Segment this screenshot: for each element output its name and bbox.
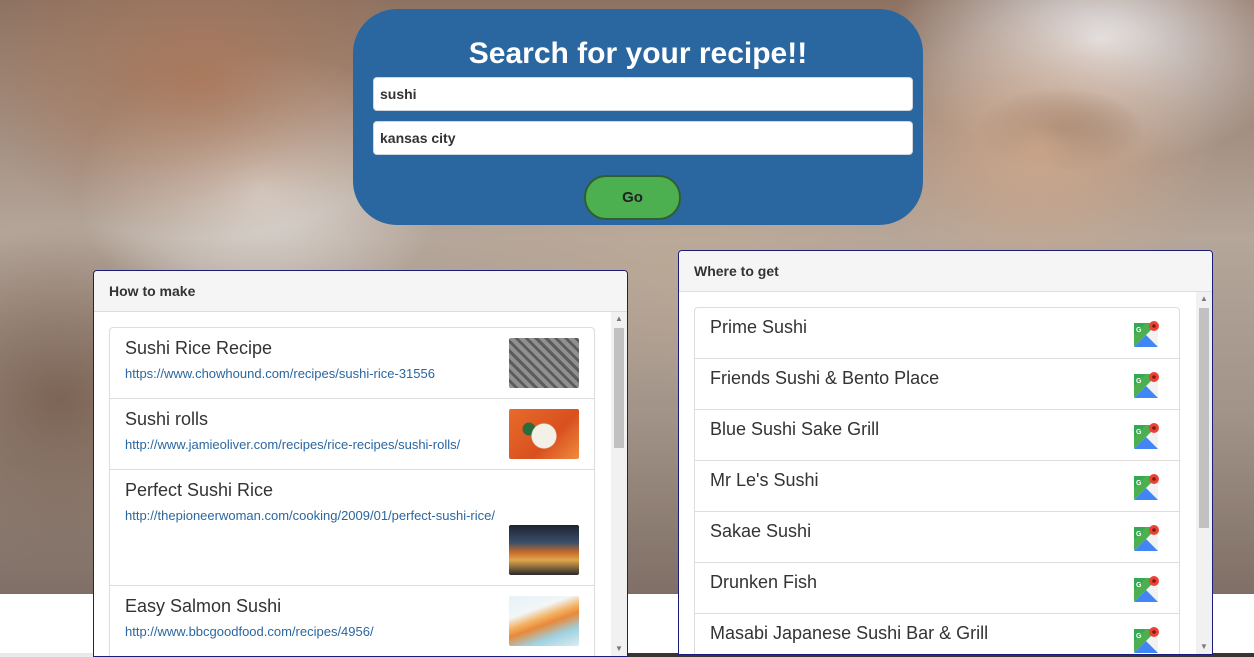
scroll-down-arrow-icon[interactable]: ▼ (611, 642, 627, 656)
svg-text:G: G (1136, 429, 1142, 436)
place-name: Masabi Japanese Sushi Bar & Grill (710, 623, 989, 643)
scroll-thumb[interactable] (1199, 308, 1209, 528)
how-to-make-panel: How to make Sushi Rice Recipe https://ww… (93, 270, 628, 657)
recipe-list: Sushi Rice Recipe https://www.chowhound.… (109, 327, 595, 656)
search-panel: Search for your recipe!! Go (353, 9, 923, 225)
recipe-item: Perfect Sushi Rice http://thepioneerwoma… (109, 469, 595, 586)
google-maps-icon[interactable]: G (1133, 626, 1161, 654)
recipe-item: Sushi Rice Recipe https://www.chowhound.… (109, 327, 595, 399)
how-to-make-header: How to make (94, 271, 627, 312)
google-maps-icon[interactable]: G (1133, 473, 1161, 501)
place-item: Masabi Japanese Sushi Bar & Grill G (694, 613, 1180, 654)
place-name: Sakae Sushi (710, 521, 812, 541)
google-maps-icon[interactable]: G (1133, 575, 1161, 603)
svg-text:G: G (1136, 633, 1142, 640)
place-list: Prime Sushi G Friends Sushi & Bento Plac… (694, 307, 1180, 654)
recipe-item: Sushi rolls http://www.jamieoliver.com/r… (109, 398, 595, 470)
recipe-thumbnail (509, 525, 579, 575)
scroll-down-arrow-icon[interactable]: ▼ (1196, 640, 1212, 654)
place-name: Friends Sushi & Bento Place (710, 368, 940, 388)
where-to-get-panel: Where to get Prime Sushi G Friends Sushi… (678, 250, 1213, 655)
google-maps-icon[interactable]: G (1133, 422, 1161, 450)
place-item: Blue Sushi Sake Grill G (694, 409, 1180, 461)
recipe-thumbnail (509, 338, 579, 388)
recipe-link[interactable]: http://thepioneerwoman.com/cooking/2009/… (125, 508, 579, 523)
recipe-thumbnail (509, 596, 579, 646)
recipe-title: Perfect Sushi Rice (125, 480, 274, 500)
recipe-search-input[interactable] (373, 77, 913, 111)
svg-text:G: G (1136, 327, 1142, 334)
scroll-up-arrow-icon[interactable]: ▲ (1196, 292, 1212, 306)
place-name: Blue Sushi Sake Grill (710, 419, 880, 439)
svg-text:G: G (1136, 531, 1142, 538)
where-to-get-body: Prime Sushi G Friends Sushi & Bento Plac… (679, 292, 1212, 654)
svg-text:G: G (1136, 378, 1142, 385)
place-item: Friends Sushi & Bento Place G (694, 358, 1180, 410)
place-item: Mr Le's Sushi G (694, 460, 1180, 512)
google-maps-icon[interactable]: G (1133, 320, 1161, 348)
recipe-thumbnail (509, 409, 579, 459)
search-title: Search for your recipe!! (468, 37, 808, 70)
recipe-item: Easy Salmon Sushi http://www.bbcgoodfood… (109, 585, 595, 656)
go-button[interactable]: Go (584, 175, 681, 220)
place-item: Sakae Sushi G (694, 511, 1180, 563)
place-name: Drunken Fish (710, 572, 818, 592)
place-item: Drunken Fish G (694, 562, 1180, 614)
svg-text:G: G (1136, 480, 1142, 487)
where-to-get-header: Where to get (679, 251, 1212, 292)
place-name: Mr Le's Sushi (710, 470, 819, 490)
svg-text:G: G (1136, 582, 1142, 589)
google-maps-icon[interactable]: G (1133, 371, 1161, 399)
recipe-scrollbar[interactable]: ▲ ▼ (611, 312, 627, 656)
scroll-up-arrow-icon[interactable]: ▲ (611, 312, 627, 326)
place-name: Prime Sushi (710, 317, 808, 337)
how-to-make-body: Sushi Rice Recipe https://www.chowhound.… (94, 312, 627, 656)
places-scrollbar[interactable]: ▲ ▼ (1196, 292, 1212, 654)
place-item: Prime Sushi G (694, 307, 1180, 359)
google-maps-icon[interactable]: G (1133, 524, 1161, 552)
scroll-thumb[interactable] (614, 328, 624, 448)
location-input[interactable] (373, 121, 913, 155)
